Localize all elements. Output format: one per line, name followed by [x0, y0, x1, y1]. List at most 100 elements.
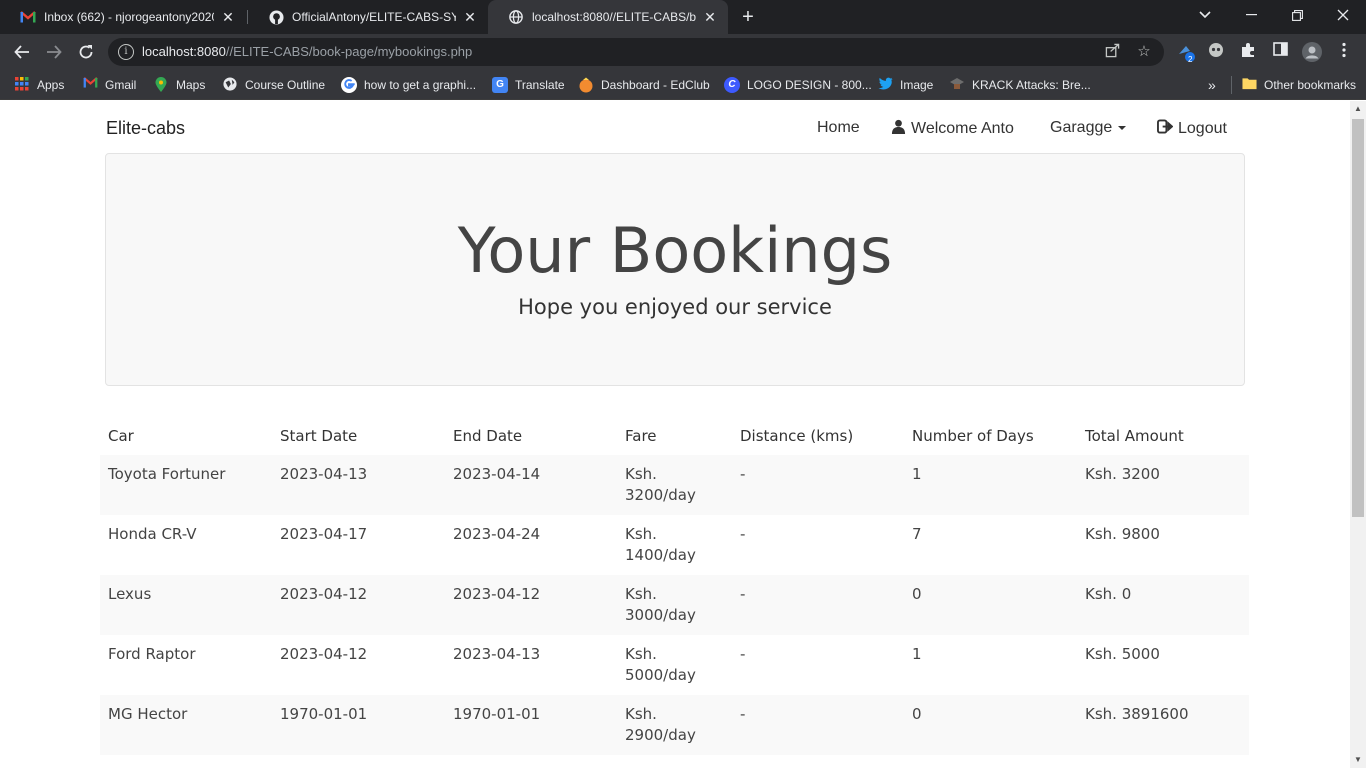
page-scrollbar[interactable]: ▲ ▼: [1350, 101, 1366, 768]
tab-title: localhost:8080//ELITE-CABS/book-page: [532, 10, 696, 24]
bookings-hero: Your Bookings Hope you enjoyed our servi…: [105, 153, 1245, 386]
more-bookmarks-chevron-icon[interactable]: »: [1208, 76, 1216, 94]
bookmark-edclub[interactable]: Dashboard - EdClub: [578, 76, 710, 94]
cell-fare: Ksh. 1400/day: [625, 525, 696, 564]
nav-welcome-label: Welcome Anto: [911, 119, 1014, 137]
tab-github[interactable]: OfficialAntony/ELITE-CABS-SYSTEM ✕: [248, 0, 488, 34]
cell-end-date: 2023-04-12: [453, 585, 541, 603]
bookmark-krack[interactable]: KRACK Attacks: Bre...: [949, 76, 1091, 94]
nav-garage-dropdown[interactable]: Garagge: [1050, 119, 1127, 137]
cell-days: 1: [912, 645, 922, 663]
cell-start-date: 2023-04-12: [280, 585, 368, 603]
extension-badge: 2: [1188, 55, 1193, 64]
globe-icon: [508, 9, 524, 25]
share-icon[interactable]: [1103, 43, 1121, 61]
bookmark-label: Other bookmarks: [1264, 78, 1357, 92]
restore-icon[interactable]: [1274, 0, 1320, 30]
close-tab-icon[interactable]: ✕: [702, 9, 718, 25]
bookmark-logo-design[interactable]: C LOGO DESIGN - 800...: [724, 76, 872, 94]
nav-logout-label: Logout: [1178, 119, 1227, 137]
side-panel-icon[interactable]: [1270, 42, 1290, 62]
gmail-icon: [82, 77, 98, 93]
bookmarks-bar: Apps Gmail Maps Course Outline how to ge…: [0, 70, 1366, 100]
new-tab-icon[interactable]: +: [738, 7, 758, 27]
cell-fare: Ksh. 3000/day: [625, 585, 696, 624]
cell-fare: Ksh. 5000/day: [625, 645, 696, 684]
cell-car: Ford Raptor: [108, 645, 196, 663]
minimize-icon[interactable]: [1228, 0, 1274, 30]
column-header: Fare: [625, 427, 657, 445]
address-bar[interactable]: i localhost:8080//ELITE-CABS/book-page/m…: [108, 38, 1164, 66]
bookmark-label: how to get a graphi...: [364, 78, 477, 92]
cell-total: Ksh. 9800: [1085, 525, 1160, 543]
eye-extension-icon[interactable]: [1206, 42, 1226, 62]
other-bookmarks-folder[interactable]: Other bookmarks: [1241, 76, 1356, 94]
bookmark-label: Apps: [37, 78, 65, 92]
url-text: localhost:8080//ELITE-CABS/book-page/myb…: [142, 44, 473, 59]
bookmark-label: LOGO DESIGN - 800...: [747, 78, 872, 92]
table-row: MG Hector 1970-01-01 1970-01-01 Ksh. 290…: [100, 695, 1249, 755]
bookmark-course-outline[interactable]: Course Outline: [222, 76, 325, 94]
site-brand[interactable]: Elite-cabs: [106, 118, 185, 139]
krack-icon: [949, 77, 965, 93]
cell-start-date: 2023-04-17: [280, 525, 368, 543]
tab-search-chevron-icon[interactable]: [1182, 0, 1228, 30]
cell-start-date: 2023-04-13: [280, 465, 368, 483]
bookmark-gmail[interactable]: Gmail: [82, 76, 136, 94]
cell-start-date: 1970-01-01: [280, 705, 368, 723]
bookmark-maps[interactable]: Maps: [153, 76, 205, 94]
browser-toolbar: i localhost:8080//ELITE-CABS/book-page/m…: [0, 34, 1366, 70]
bookmark-label: Maps: [176, 78, 206, 92]
close-tab-icon[interactable]: ✕: [220, 9, 236, 25]
bookmark-star-icon[interactable]: ☆: [1135, 43, 1153, 61]
bookmark-label: Course Outline: [245, 78, 326, 92]
forward-arrow-icon[interactable]: [42, 40, 66, 64]
reload-icon[interactable]: [74, 40, 98, 64]
scroll-down-arrow-icon[interactable]: ▼: [1350, 752, 1366, 768]
scrollbar-thumb[interactable]: [1352, 119, 1364, 517]
cell-end-date: 2023-04-13: [453, 645, 541, 663]
close-window-icon[interactable]: [1320, 0, 1366, 30]
bookmark-how-to-get[interactable]: how to get a graphi...: [341, 76, 476, 94]
tab-gmail[interactable]: Inbox (662) - njorogeantony2020 ✕: [0, 0, 246, 34]
cell-total: Ksh. 3891600: [1085, 705, 1189, 723]
page-subtitle: Hope you enjoyed our service: [518, 295, 832, 319]
site-info-icon[interactable]: i: [118, 44, 134, 60]
cell-fare: Ksh. 3200/day: [625, 465, 696, 504]
close-tab-icon[interactable]: ✕: [462, 9, 478, 25]
bookmark-apps[interactable]: Apps: [14, 76, 64, 94]
more-menu-icon[interactable]: [1334, 42, 1354, 62]
bookmark-translate[interactable]: G Translate: [492, 76, 565, 94]
back-arrow-icon[interactable]: [10, 40, 34, 64]
puzzle-extensions-icon[interactable]: [1238, 42, 1258, 62]
tab-localhost[interactable]: localhost:8080//ELITE-CABS/book-page ✕: [488, 0, 728, 34]
folder-icon: [1241, 77, 1257, 93]
canva-icon: C: [724, 77, 740, 93]
column-header: Number of Days: [912, 427, 1034, 445]
cell-fare: Ksh. 2900/day: [625, 705, 696, 744]
cell-total: Ksh. 0: [1085, 585, 1132, 603]
cell-end-date: 2023-04-24: [453, 525, 541, 543]
nav-home-link[interactable]: Home: [817, 119, 860, 137]
cell-start-date: 2023-04-12: [280, 645, 368, 663]
maps-pin-icon: [153, 77, 169, 93]
profile-avatar[interactable]: [1302, 42, 1322, 62]
scroll-up-arrow-icon[interactable]: ▲: [1350, 101, 1366, 117]
bookings-table: Car Start Date End Date Fare Distance (k…: [100, 417, 1249, 755]
google-icon: [341, 77, 357, 93]
bookmark-label: Image: [900, 78, 934, 92]
nav-home-label: Home: [817, 119, 860, 136]
bookmark-label: KRACK Attacks: Bre...: [972, 78, 1091, 92]
cell-days: 1: [912, 465, 922, 483]
nav-logout-link[interactable]: Logout: [1157, 119, 1227, 138]
bookmark-label: Gmail: [105, 78, 137, 92]
extension-icon[interactable]: 2: [1176, 42, 1196, 64]
column-header: Start Date: [280, 427, 358, 445]
nav-welcome-link[interactable]: Welcome Anto: [891, 119, 1014, 138]
column-header: End Date: [453, 427, 523, 445]
column-header: Car: [108, 427, 134, 445]
github-icon: [268, 9, 284, 25]
gmail-icon: [20, 9, 36, 25]
bookmark-image[interactable]: Image: [877, 76, 933, 94]
logout-icon: [1157, 119, 1174, 138]
